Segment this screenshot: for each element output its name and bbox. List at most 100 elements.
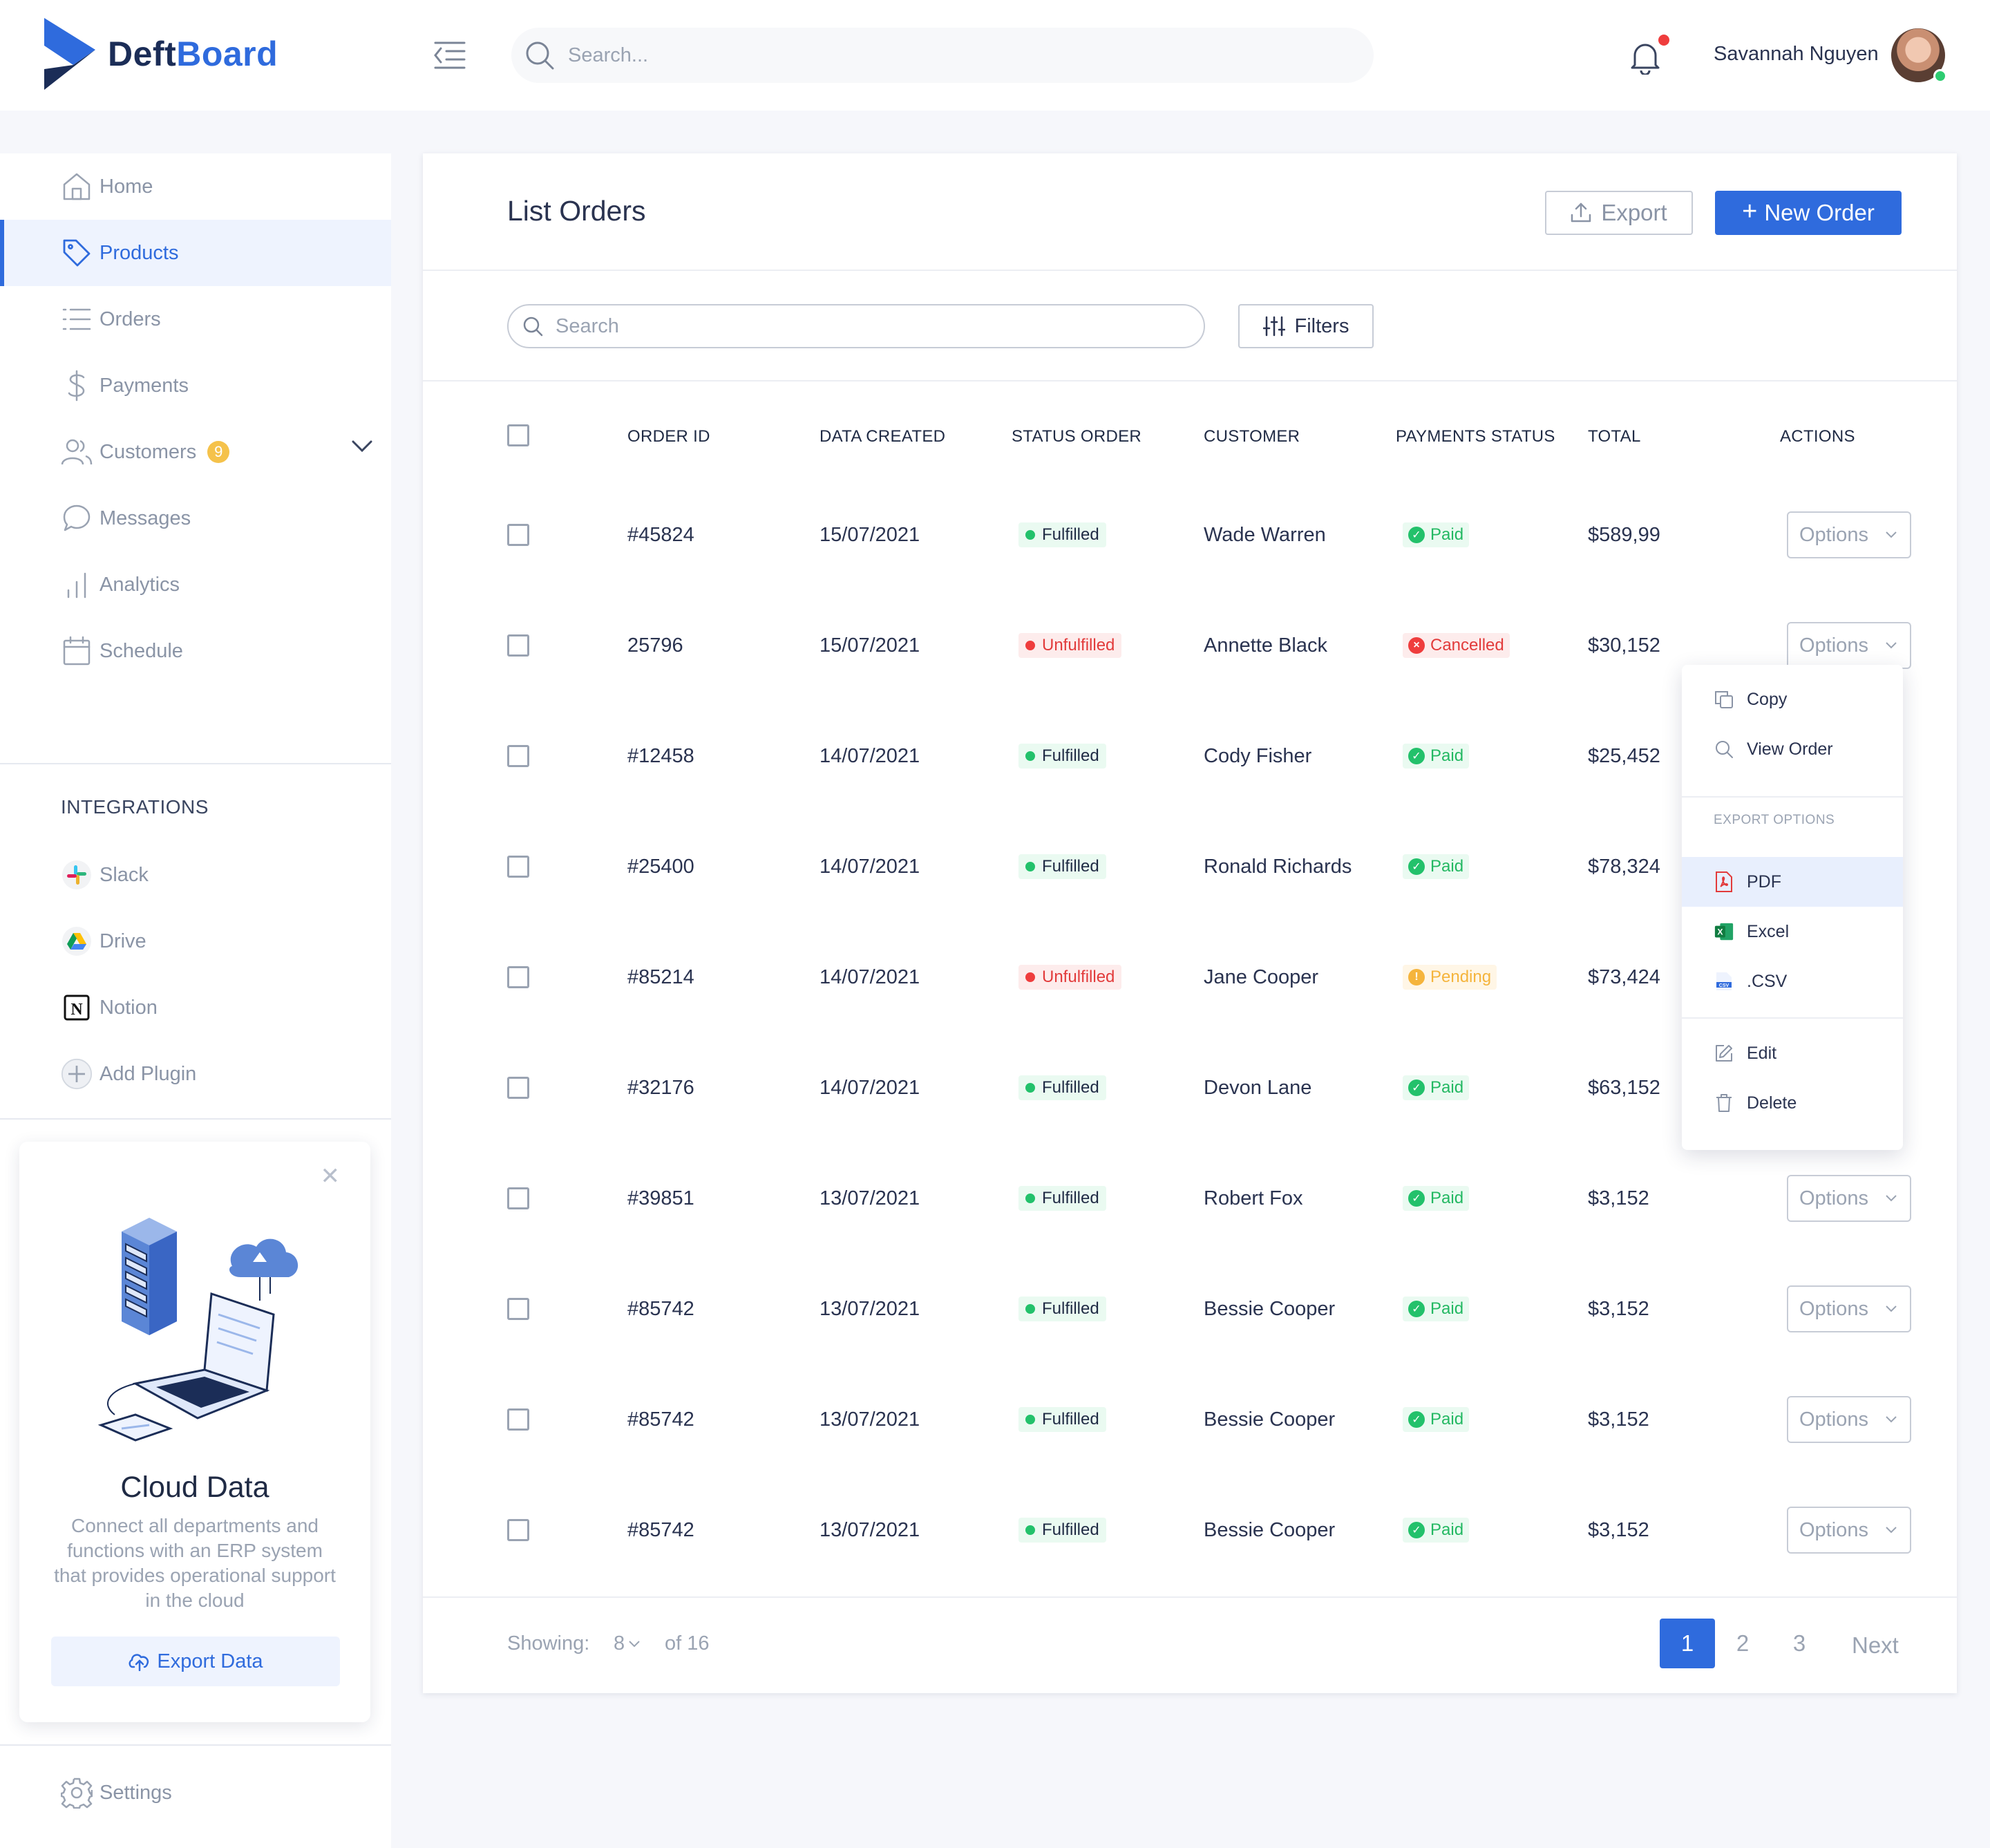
- order-id-cell[interactable]: #85214: [627, 966, 694, 989]
- row-checkbox[interactable]: [507, 1077, 529, 1099]
- order-status-label: Fulfilled: [1042, 746, 1099, 765]
- options-label: Options: [1799, 1297, 1868, 1320]
- row-options-button[interactable]: Options: [1787, 1175, 1911, 1222]
- filters-button[interactable]: Filters: [1238, 304, 1374, 348]
- sidebar-item-home[interactable]: Home: [0, 153, 391, 220]
- integration-notion[interactable]: N Notion: [0, 974, 391, 1041]
- menu-item-label: .CSV: [1747, 971, 1788, 991]
- menu-item-excel[interactable]: X Excel: [1682, 907, 1903, 956]
- sidebar-item-settings[interactable]: Settings: [0, 1760, 391, 1826]
- sidebar-item-schedule[interactable]: Schedule: [0, 618, 391, 684]
- integration-slack[interactable]: Slack: [0, 842, 391, 908]
- notification-dot: [1658, 35, 1669, 46]
- column-header-total[interactable]: TOTAL: [1588, 427, 1641, 446]
- card-divider: [423, 380, 1957, 381]
- column-header-status[interactable]: STATUS ORDER: [1012, 427, 1141, 446]
- close-icon[interactable]: ✕: [321, 1162, 341, 1190]
- column-header-customer[interactable]: CUSTOMER: [1204, 427, 1300, 446]
- global-search-input[interactable]: Search...: [511, 28, 1374, 83]
- row-checkbox[interactable]: [507, 856, 529, 878]
- column-header-payment[interactable]: PAYMENTS STATUS: [1396, 427, 1555, 446]
- menu-item-delete[interactable]: Delete: [1682, 1078, 1903, 1128]
- status-dot: [1025, 1083, 1035, 1093]
- payment-status-label: Paid: [1430, 1520, 1464, 1539]
- card-divider: [423, 1596, 1957, 1598]
- chevron-down-icon[interactable]: [351, 440, 373, 453]
- payment-status-icon: !: [1408, 969, 1425, 986]
- row-options-button[interactable]: Options: [1787, 1396, 1911, 1443]
- tag-icon: [61, 237, 93, 269]
- plus-circle-icon: [61, 1058, 93, 1090]
- notification-bell-icon[interactable]: [1629, 40, 1661, 75]
- page-button-1[interactable]: 1: [1660, 1619, 1715, 1668]
- order-id-cell[interactable]: #85742: [627, 1519, 694, 1542]
- sidebar-item-messages[interactable]: Messages: [0, 485, 391, 551]
- order-status-label: Fulfilled: [1042, 1189, 1099, 1207]
- date-cell: 15/07/2021: [819, 524, 920, 546]
- row-checkbox[interactable]: [507, 745, 529, 767]
- menu-item-csv[interactable]: CSV .CSV: [1682, 956, 1903, 1006]
- menu-toggle-icon[interactable]: [434, 40, 466, 69]
- select-all-checkbox[interactable]: [507, 424, 529, 446]
- export-button[interactable]: Export: [1545, 191, 1693, 235]
- row-checkbox[interactable]: [507, 634, 529, 657]
- menu-item-copy[interactable]: Copy: [1682, 675, 1903, 724]
- payment-status-icon: ✓: [1408, 1190, 1425, 1207]
- sidebar-item-products[interactable]: Products: [0, 220, 391, 286]
- row-options-button[interactable]: Options: [1787, 1507, 1911, 1554]
- column-header-date[interactable]: DATA CREATED: [819, 427, 945, 446]
- menu-item-view-order[interactable]: View Order: [1682, 724, 1903, 774]
- menu-divider: [1682, 796, 1903, 798]
- order-id-cell[interactable]: #85742: [627, 1408, 694, 1431]
- order-status-label: Fulfilled: [1042, 525, 1099, 544]
- menu-item-pdf[interactable]: PDF: [1682, 857, 1903, 907]
- row-checkbox[interactable]: [507, 1187, 529, 1209]
- row-checkbox[interactable]: [507, 524, 529, 546]
- order-id-cell[interactable]: #12458: [627, 745, 694, 768]
- order-id-cell[interactable]: #32176: [627, 1077, 694, 1100]
- status-dot: [1025, 972, 1035, 982]
- row-options-button[interactable]: Options: [1787, 511, 1911, 558]
- sidebar-item-customers[interactable]: Customers 9: [0, 419, 391, 485]
- next-page-button[interactable]: Next: [1852, 1632, 1899, 1659]
- sidebar-item-label: Orders: [100, 308, 161, 330]
- page-button-3[interactable]: 3: [1772, 1619, 1827, 1668]
- order-status-badge: Unfulfilled: [1018, 965, 1122, 990]
- order-id-cell[interactable]: 25796: [627, 634, 683, 657]
- new-order-button[interactable]: + New Order: [1715, 191, 1902, 235]
- export-data-button[interactable]: Export Data: [51, 1637, 340, 1686]
- add-plugin-button[interactable]: Add Plugin: [0, 1041, 391, 1107]
- order-id-cell[interactable]: #39851: [627, 1187, 694, 1210]
- row-checkbox[interactable]: [507, 1408, 529, 1431]
- date-cell: 14/07/2021: [819, 745, 920, 767]
- options-label: Options: [1799, 523, 1868, 546]
- customer-cell: Jane Cooper: [1204, 966, 1319, 988]
- order-status-badge: Unfulfilled: [1018, 633, 1122, 658]
- sidebar-item-analytics[interactable]: Analytics: [0, 551, 391, 618]
- payment-status-icon: ✓: [1408, 748, 1425, 764]
- page-button-2[interactable]: 2: [1715, 1619, 1770, 1668]
- row-checkbox[interactable]: [507, 966, 529, 988]
- per-page-select[interactable]: 8: [614, 1632, 640, 1655]
- orders-search-input[interactable]: Search: [507, 304, 1205, 348]
- app-logo[interactable]: DeftBoard: [43, 18, 278, 90]
- integration-drive[interactable]: Drive: [0, 908, 391, 974]
- menu-item-label: PDF: [1747, 871, 1781, 892]
- order-id-cell[interactable]: #85742: [627, 1298, 694, 1321]
- order-id-cell[interactable]: #25400: [627, 856, 694, 878]
- column-header-order-id[interactable]: ORDER ID: [627, 427, 710, 446]
- payment-status-label: Pending: [1430, 968, 1492, 986]
- row-checkbox[interactable]: [507, 1519, 529, 1541]
- row-options-button[interactable]: Options: [1787, 1285, 1911, 1332]
- row-options-button[interactable]: Options: [1787, 622, 1911, 669]
- menu-item-edit[interactable]: Edit: [1682, 1028, 1903, 1078]
- filters-label: Filters: [1294, 314, 1349, 337]
- top-header: DeftBoard Search... Savannah Nguyen: [0, 0, 1990, 111]
- user-name[interactable]: Savannah Nguyen: [1714, 43, 1879, 66]
- row-checkbox[interactable]: [507, 1298, 529, 1320]
- sidebar-item-orders[interactable]: Orders: [0, 286, 391, 352]
- bar-chart-icon: [61, 569, 93, 601]
- payment-status-label: Paid: [1430, 525, 1464, 544]
- sidebar-item-payments[interactable]: Payments: [0, 352, 391, 419]
- order-id-cell[interactable]: #45824: [627, 524, 694, 547]
